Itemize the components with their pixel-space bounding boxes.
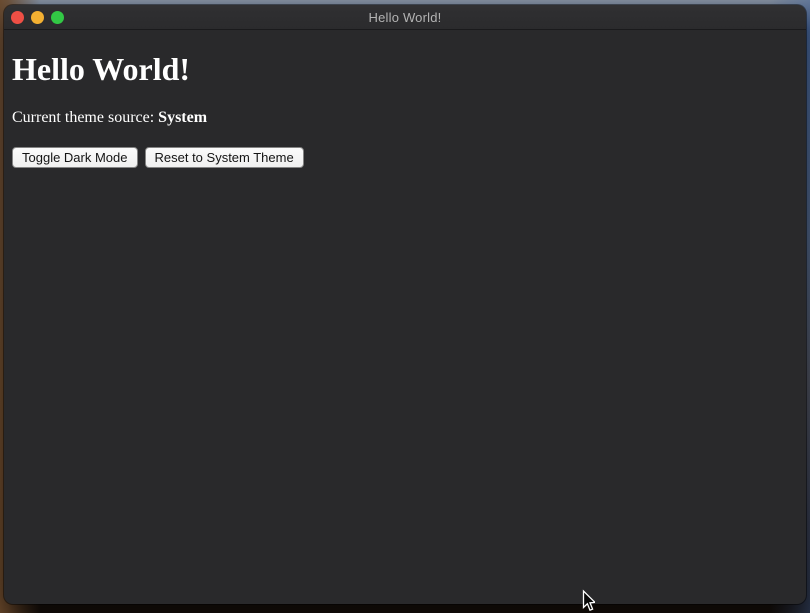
theme-source-value: System xyxy=(158,109,207,126)
page-content: Hello World! Current theme source: Syste… xyxy=(4,51,806,168)
close-button[interactable] xyxy=(11,11,24,24)
minimize-button[interactable] xyxy=(31,11,44,24)
desktop-wallpaper: Hello World! Hello World! Current theme … xyxy=(0,0,810,613)
button-row: Toggle Dark Mode Reset to System Theme xyxy=(12,147,798,168)
window-titlebar[interactable]: Hello World! xyxy=(4,5,806,30)
toggle-dark-mode-button[interactable]: Toggle Dark Mode xyxy=(12,147,138,168)
app-window: Hello World! Hello World! Current theme … xyxy=(4,5,806,604)
page-heading: Hello World! xyxy=(12,51,798,88)
traffic-light-group xyxy=(11,11,64,24)
theme-source-line: Current theme source: System xyxy=(12,109,798,127)
reset-system-theme-button[interactable]: Reset to System Theme xyxy=(145,147,304,168)
window-title: Hello World! xyxy=(4,10,806,25)
theme-source-label: Current theme source: xyxy=(12,109,158,126)
zoom-button[interactable] xyxy=(51,11,64,24)
